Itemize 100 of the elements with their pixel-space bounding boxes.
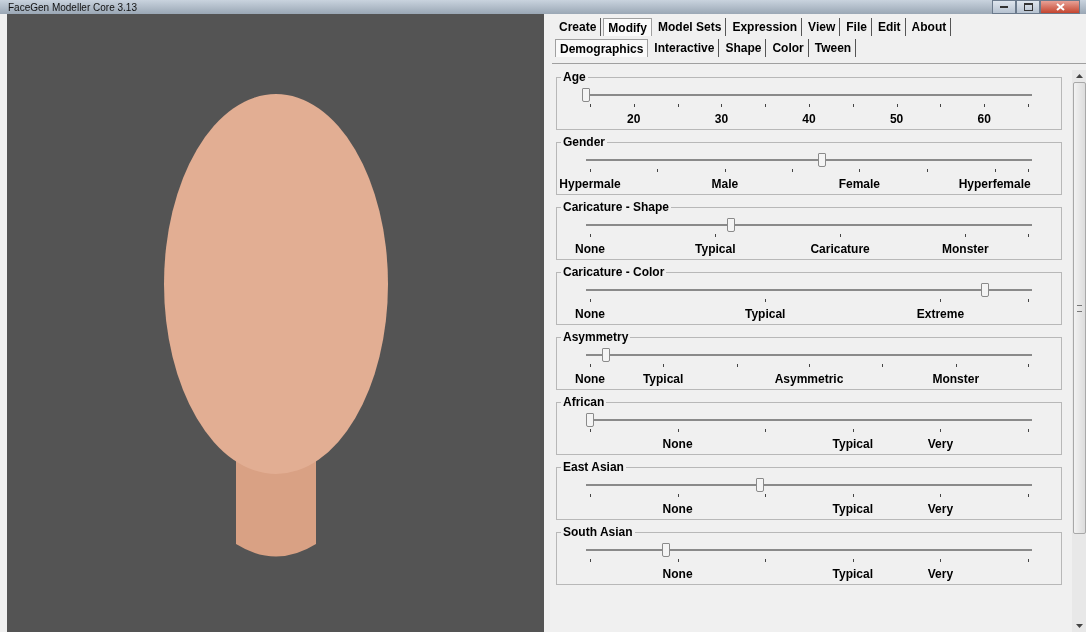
tick-mark (765, 559, 767, 562)
tick-mark (765, 104, 767, 107)
tick-mark (940, 299, 942, 302)
tick-mark (965, 234, 967, 237)
group-title: Caricature - Color (562, 265, 666, 279)
main-tab[interactable]: Modify (603, 18, 653, 36)
tick-mark (940, 559, 942, 562)
tick-mark (1028, 234, 1029, 237)
slider-thumb[interactable] (582, 88, 590, 102)
sub-tab[interactable]: Interactive (650, 39, 720, 57)
tick-mark (677, 494, 679, 497)
tick-mark (792, 169, 794, 172)
tick-mark (984, 104, 986, 107)
sub-tab[interactable]: Tween (810, 39, 857, 57)
tick-mark (1028, 299, 1029, 302)
tick-mark (852, 104, 854, 107)
tick-mark (809, 104, 810, 107)
scale-label: Hypermale (559, 177, 621, 191)
scale-label: None (662, 437, 693, 451)
slider-thumb[interactable] (818, 153, 827, 167)
close-icon[interactable] (1055, 3, 1065, 11)
tick-mark (940, 494, 942, 497)
slider-thumb[interactable] (602, 348, 611, 362)
tick-mark (633, 104, 635, 107)
tick-mark (852, 494, 854, 497)
tick-mark (840, 234, 842, 237)
scale-label: Monster (942, 242, 989, 256)
close-button[interactable] (1040, 0, 1080, 14)
tick-mark (1028, 169, 1029, 172)
group-title: African (562, 395, 606, 409)
tick-mark (809, 364, 810, 367)
tick-mark (721, 104, 723, 107)
scale-label: Typical (832, 437, 874, 451)
tick-mark (1028, 364, 1029, 367)
group-title: South Asian (562, 525, 634, 539)
scale-label: Typical (744, 307, 786, 321)
scale-label: Male (711, 177, 739, 191)
scale-label: Monster (932, 372, 980, 386)
vertical-scrollbar[interactable] (1072, 70, 1086, 632)
group-title: Gender (562, 135, 606, 149)
sub-tab[interactable]: Color (768, 39, 809, 57)
scale-label: None (575, 307, 605, 321)
tick-mark (590, 429, 591, 432)
scale-label: 20 (627, 112, 641, 126)
tick-mark (590, 169, 591, 172)
scale-label: Very (927, 567, 954, 581)
scale-label: 60 (977, 112, 991, 126)
tick-mark (715, 234, 717, 237)
tick-mark (955, 364, 957, 367)
group-title: Caricature - Shape (562, 200, 671, 214)
slider-thumb[interactable] (726, 218, 735, 232)
main-tab[interactable]: Edit (873, 18, 906, 36)
tick-mark (1028, 494, 1029, 497)
tick-mark (724, 169, 726, 172)
sub-tab[interactable]: Shape (721, 39, 767, 57)
slider-thumb[interactable] (981, 283, 990, 297)
tick-mark (859, 169, 861, 172)
minimize-button[interactable] (992, 0, 1016, 14)
scale-label: None (662, 567, 693, 581)
slider-thumb[interactable] (755, 478, 764, 492)
window-title: FaceGen Modeller Core 3.13 (7, 1, 137, 13)
tick-mark (765, 494, 767, 497)
scale-label: 50 (889, 112, 904, 126)
scale-label: Asymmetric (774, 372, 844, 386)
scale-label: None (662, 502, 693, 516)
main-tab[interactable]: About (907, 18, 952, 36)
main-tab[interactable]: Model Sets (654, 18, 727, 36)
group-title: Asymmetry (562, 330, 630, 344)
scroll-down-icon[interactable] (1075, 624, 1083, 628)
tick-mark (590, 494, 591, 497)
main-tab[interactable]: File (842, 18, 872, 36)
tick-mark (852, 559, 854, 562)
tick-mark (852, 429, 854, 432)
tick-mark (940, 429, 942, 432)
tick-mark (663, 364, 665, 367)
main-tab[interactable]: Create (555, 18, 602, 36)
sub-tab[interactable]: Demographics (555, 39, 649, 57)
scale-label: Typical (695, 242, 736, 256)
main-tab[interactable]: View (804, 18, 841, 36)
scale-label: 40 (802, 112, 816, 126)
main-tab[interactable]: Expression (728, 18, 803, 36)
scroll-thumb[interactable] (1072, 82, 1086, 534)
scale-label: Very (927, 437, 954, 451)
scale-label: 30 (714, 112, 729, 126)
slider-thumb[interactable] (662, 543, 671, 557)
scale-label: Typical (832, 502, 874, 516)
tick-mark (736, 364, 738, 367)
tick-mark (927, 169, 929, 172)
tick-mark (677, 429, 679, 432)
scale-label: Very (927, 502, 954, 516)
tick-mark (994, 169, 996, 172)
scale-label: None (575, 372, 605, 386)
tick-mark (677, 104, 679, 107)
slider-thumb[interactable] (586, 413, 595, 427)
tick-mark (1028, 429, 1029, 432)
maximize-button[interactable] (1016, 0, 1040, 14)
tick-mark (940, 104, 942, 107)
scroll-up-icon[interactable] (1075, 74, 1083, 78)
scale-label: Hyperfemale (958, 177, 1031, 191)
tick-mark (590, 299, 591, 302)
